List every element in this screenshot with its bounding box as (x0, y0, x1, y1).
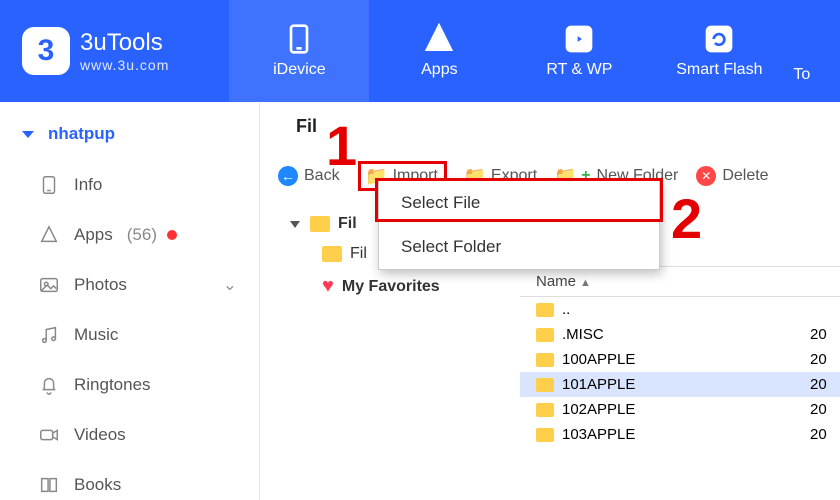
file-row-up[interactable]: .. (520, 297, 840, 322)
file-name: .MISC (562, 326, 802, 343)
chevron-down-icon: ⌄ (223, 275, 237, 295)
folder-icon (536, 328, 554, 342)
file-col2: 20 (810, 401, 827, 418)
tree-root-label: Fil (338, 215, 357, 233)
delete-label: Delete (722, 167, 768, 185)
nav-tab-apps[interactable]: Apps (369, 0, 509, 102)
nav-label: Smart Flash (676, 61, 762, 79)
file-name: 102APPLE (562, 401, 802, 418)
sidebar-item-music[interactable]: Music (0, 310, 259, 360)
sidebar-item-photos[interactable]: Photos ⌄ (0, 260, 259, 310)
sidebar-item-ringtones[interactable]: Ringtones (0, 360, 259, 410)
file-name: 100APPLE (562, 351, 802, 368)
caret-down-icon (22, 131, 34, 138)
apps-icon (423, 23, 455, 55)
sidebar-user[interactable]: nhatpup (0, 114, 259, 160)
tree-fav-label: My Favorites (342, 278, 440, 296)
refresh-icon (703, 23, 735, 55)
book-icon (38, 474, 60, 496)
nav-tab-smartflash[interactable]: Smart Flash (649, 0, 789, 102)
file-row-selected[interactable]: 101APPLE 20 (520, 372, 840, 397)
nav-label: To (793, 66, 810, 84)
file-list: Name ▲ .. .MISC 20 100APPLE 20 101APPLE 20 1… (520, 266, 840, 447)
file-col2: 20 (810, 351, 827, 368)
phone-icon (283, 23, 315, 55)
sidebar-item-label: Books (74, 475, 121, 495)
sidebar-user-name: nhatpup (48, 124, 115, 144)
nav-label: Apps (421, 61, 457, 79)
file-col2: 20 (810, 426, 827, 443)
apps-outline-icon (38, 224, 60, 246)
nav-tab-toolbox[interactable]: To (789, 0, 829, 102)
brand-text: 3uTools www.3u.com (80, 29, 169, 73)
video-icon (38, 424, 60, 446)
sidebar-item-books[interactable]: Books (0, 460, 259, 500)
folder-icon (536, 353, 554, 367)
sidebar-item-label: Info (74, 175, 102, 195)
photos-icon (38, 274, 60, 296)
brand: 3 3uTools www.3u.com (22, 27, 169, 75)
name-column-header: Name (536, 273, 576, 290)
folder-icon (322, 246, 342, 262)
music-note-icon (38, 324, 60, 346)
nav-tab-rtwp[interactable]: RT & WP (509, 0, 649, 102)
file-name: .. (562, 301, 570, 318)
tree-sub-label: Fil (350, 245, 367, 263)
sidebar-item-label: Music (74, 325, 118, 345)
nav-tabs: iDevice Apps RT & WP Smart Flash To (229, 0, 829, 102)
file-row[interactable]: 103APPLE 20 (520, 422, 840, 447)
back-arrow-icon: ← (278, 166, 298, 186)
sidebar-item-info[interactable]: Info (0, 160, 259, 210)
sidebar-item-apps[interactable]: Apps (56) (0, 210, 259, 260)
back-label: Back (304, 167, 340, 185)
triangle-down-icon (290, 221, 300, 228)
apps-count: (56) (127, 225, 157, 245)
import-dropdown: Select File Select Folder (378, 180, 660, 270)
music-icon (563, 23, 595, 55)
notification-dot-icon (167, 230, 177, 240)
delete-button[interactable]: ✕ Delete (696, 166, 768, 186)
phone-outline-icon (38, 174, 60, 196)
folder-icon (536, 428, 554, 442)
top-nav: 3 3uTools www.3u.com iDevice Apps RT & W… (0, 0, 840, 102)
file-row[interactable]: 102APPLE 20 (520, 397, 840, 422)
nav-label: RT & WP (546, 61, 612, 79)
brand-url: www.3u.com (80, 57, 169, 73)
file-name: 101APPLE (562, 376, 802, 393)
nav-label: iDevice (273, 61, 325, 79)
sidebar-item-label: Ringtones (74, 375, 151, 395)
sidebar-item-label: Apps (74, 225, 113, 245)
sidebar-item-label: Photos (74, 275, 127, 295)
file-list-header[interactable]: Name ▲ (520, 266, 840, 297)
folder-icon (536, 303, 554, 317)
delete-x-icon: ✕ (696, 166, 716, 186)
sidebar-item-videos[interactable]: Videos (0, 410, 259, 460)
file-row[interactable]: .MISC 20 (520, 322, 840, 347)
file-header: Fil (260, 102, 840, 137)
sidebar: nhatpup Info Apps (56) Photos ⌄ Music Ri… (0, 102, 260, 500)
brand-name: 3uTools (80, 29, 169, 57)
heart-icon: ♥ (322, 275, 334, 298)
folder-icon (536, 403, 554, 417)
nav-tab-idevice[interactable]: iDevice (229, 0, 369, 102)
file-col2: 20 (810, 376, 827, 393)
sort-asc-icon: ▲ (580, 277, 591, 289)
dropdown-select-file[interactable]: Select File (379, 181, 659, 225)
file-row[interactable]: 100APPLE 20 (520, 347, 840, 372)
bell-icon (38, 374, 60, 396)
file-name: 103APPLE (562, 426, 802, 443)
dropdown-select-folder[interactable]: Select Folder (379, 225, 659, 269)
folder-icon (536, 378, 554, 392)
sidebar-item-label: Videos (74, 425, 126, 445)
back-button[interactable]: ← Back (278, 166, 340, 186)
folder-icon (310, 216, 330, 232)
file-col2: 20 (810, 326, 827, 343)
brand-logo: 3 (22, 27, 70, 75)
